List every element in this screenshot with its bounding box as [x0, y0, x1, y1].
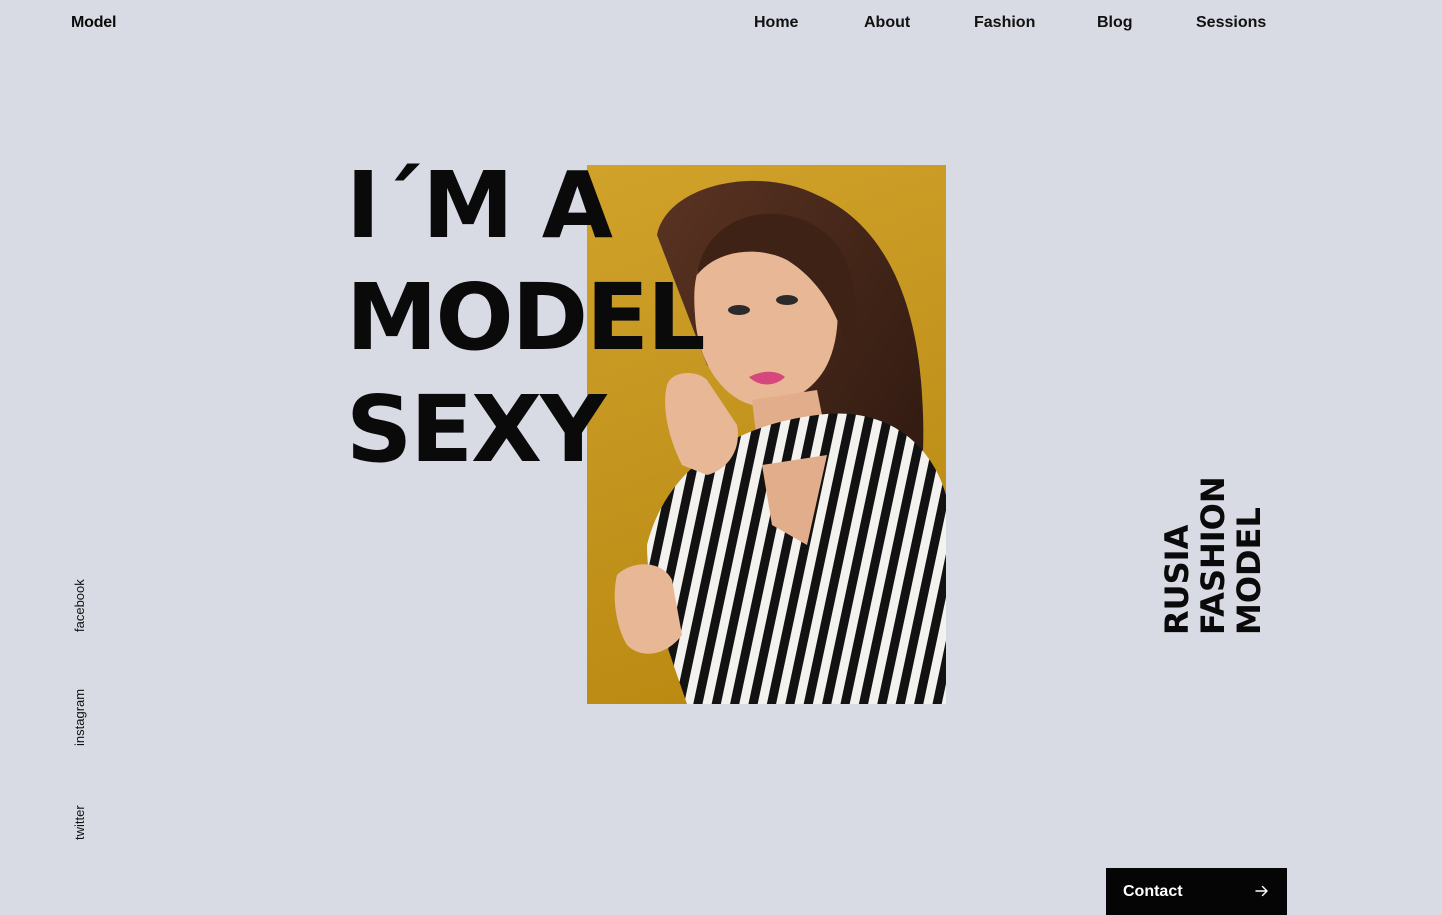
contact-button[interactable]: Contact: [1106, 868, 1287, 915]
contact-label: Contact: [1123, 882, 1183, 900]
hero-line-1: I´M A: [346, 152, 613, 259]
nav-home[interactable]: Home: [754, 14, 798, 32]
side-title-line-2: FASHION: [1194, 476, 1232, 635]
social-instagram[interactable]: instagram: [72, 689, 87, 746]
site-logo[interactable]: Model: [71, 14, 116, 32]
social-twitter[interactable]: twitter: [72, 805, 87, 840]
hero-line-3: SEXY: [346, 376, 607, 483]
side-title-line-3: MODEL: [1230, 507, 1268, 635]
nav-about[interactable]: About: [864, 14, 910, 32]
side-title-line-1: RUSIA: [1158, 524, 1196, 635]
nav-fashion[interactable]: Fashion: [974, 14, 1035, 32]
arrow-right-icon: [1255, 884, 1269, 900]
hero-line-2: MODEL: [346, 264, 706, 371]
hero-headline: I´M A MODEL SEXY: [346, 150, 706, 486]
social-facebook[interactable]: facebook: [72, 579, 87, 632]
nav-blog[interactable]: Blog: [1097, 14, 1133, 32]
nav-sessions[interactable]: Sessions: [1196, 14, 1266, 32]
side-title: RUSIA FASHION MODEL: [1158, 476, 1271, 635]
